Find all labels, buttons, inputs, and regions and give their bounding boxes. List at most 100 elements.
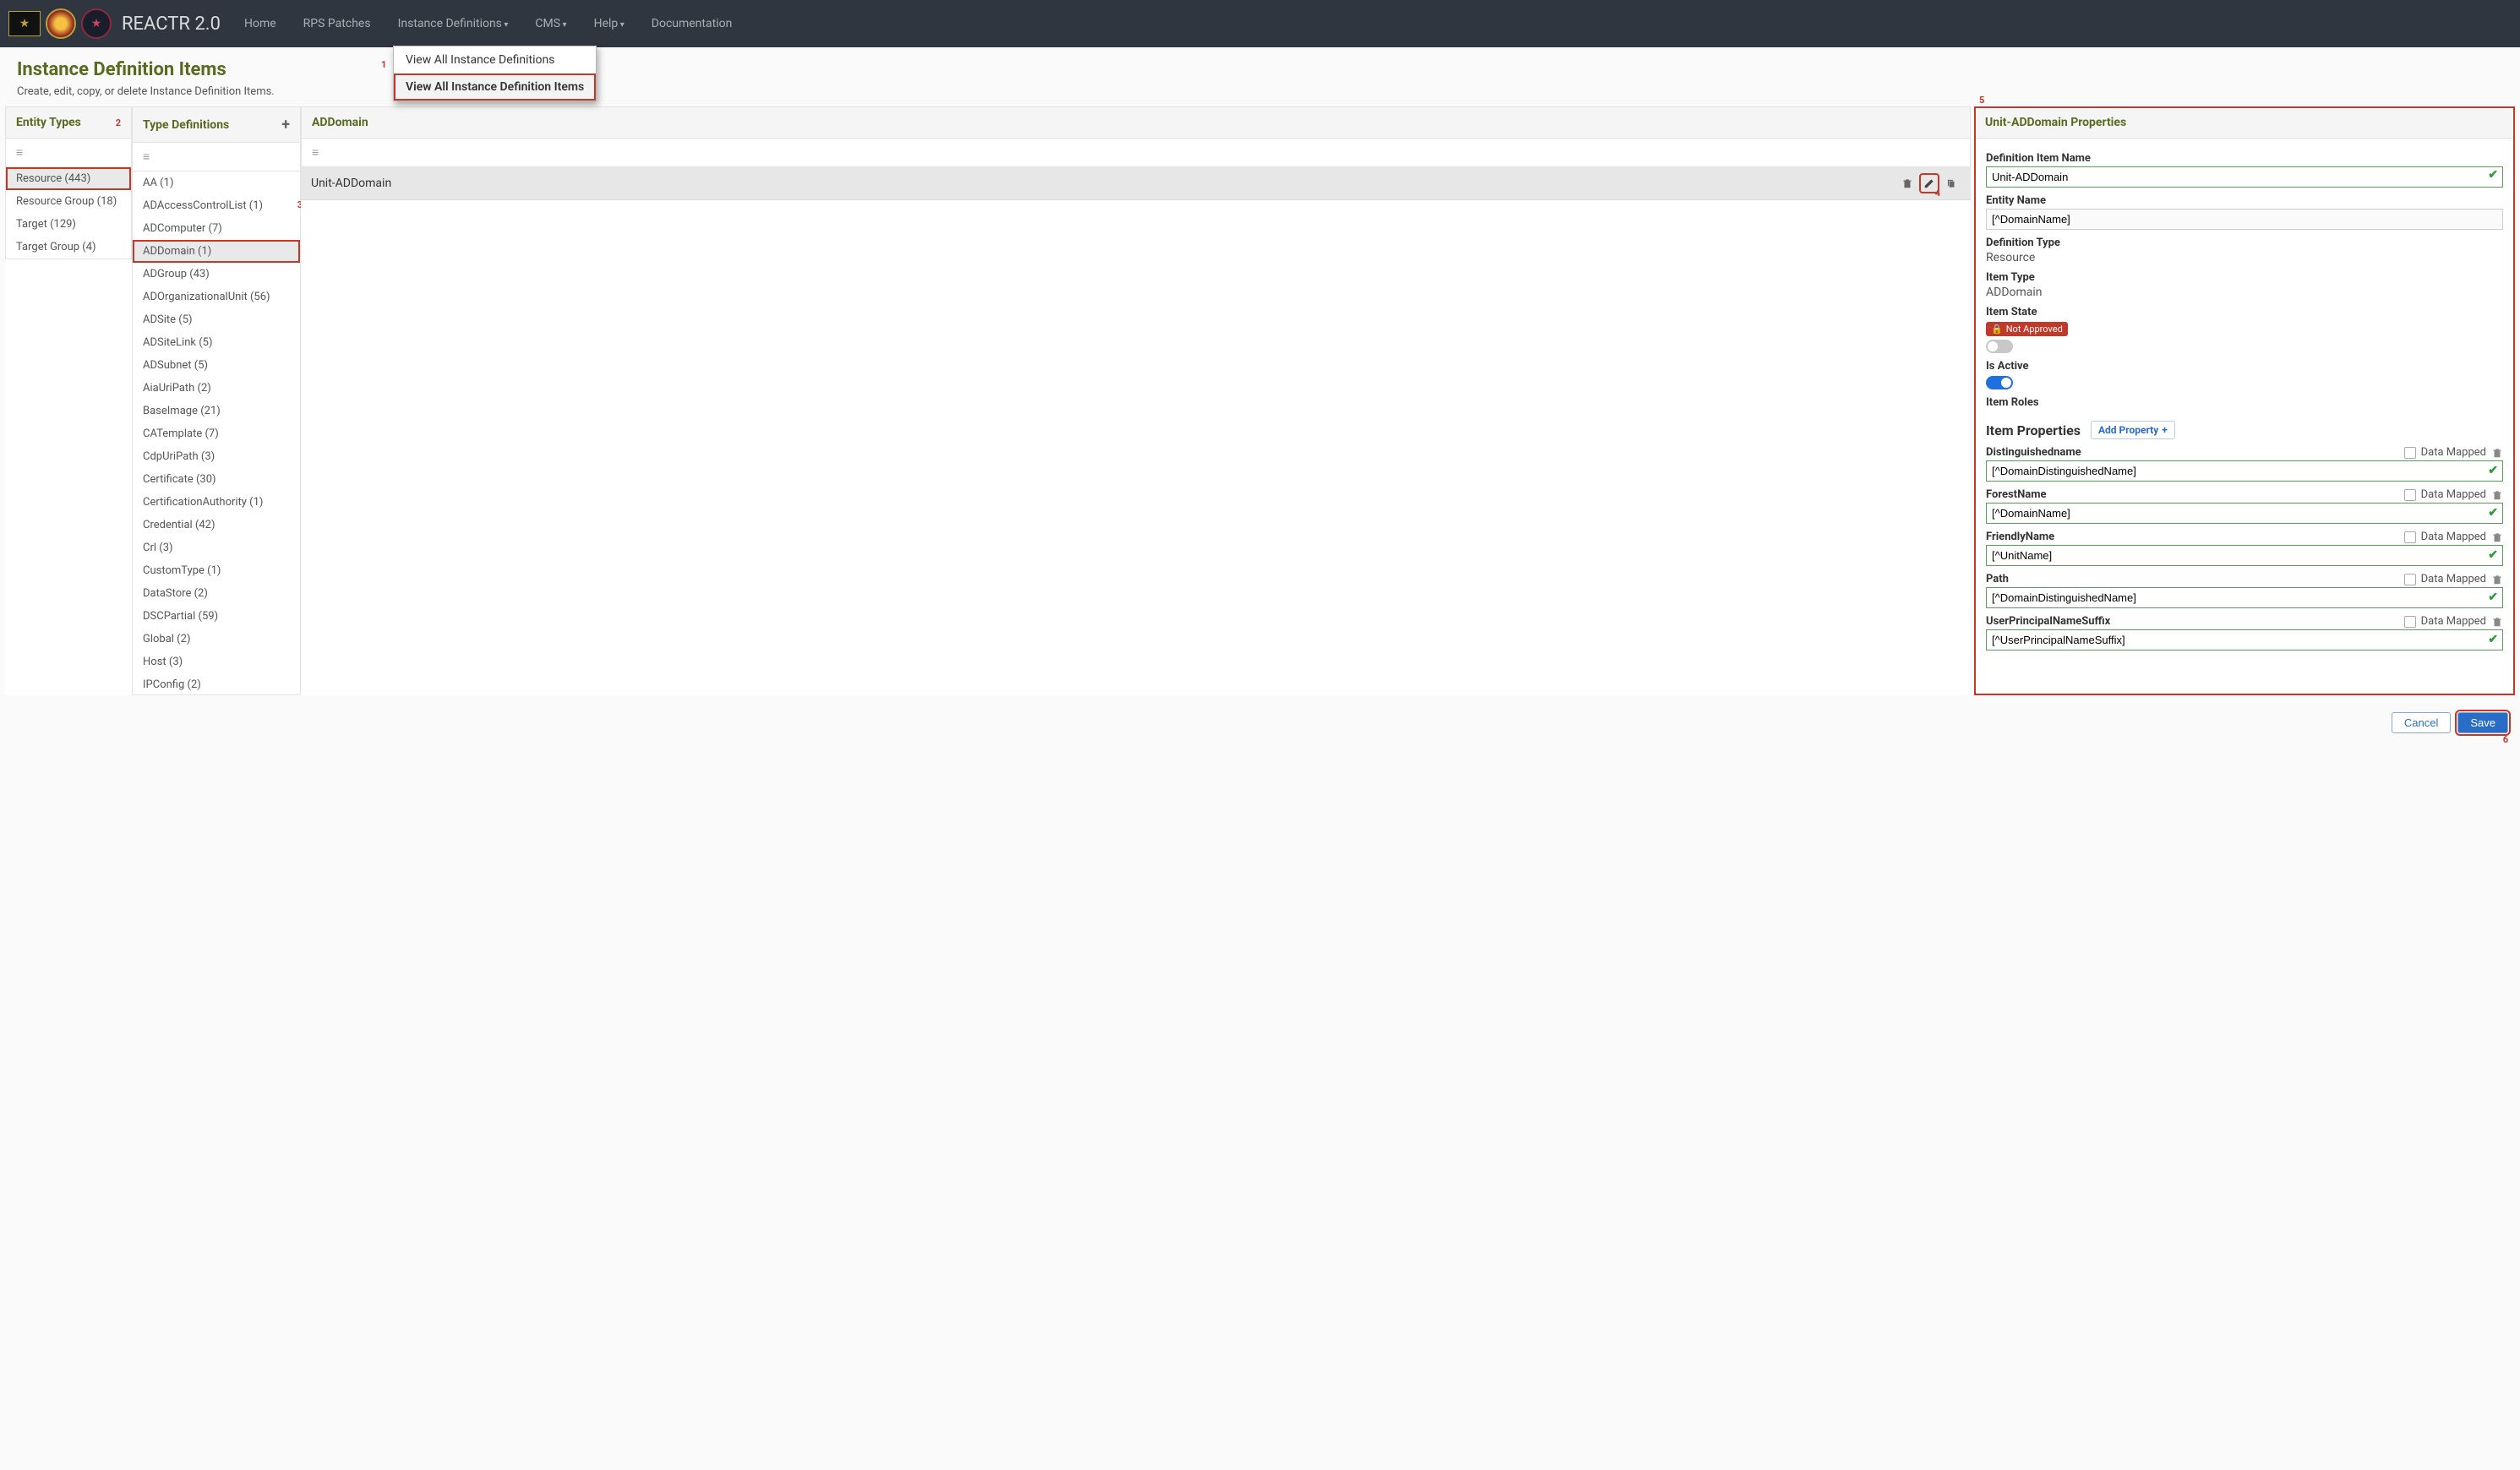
delete-property-icon[interactable] <box>2491 574 2503 585</box>
type-definition-item[interactable]: ADAccessControlList (1) <box>133 194 300 217</box>
nav-docs[interactable]: Documentation <box>648 12 736 35</box>
type-definition-item[interactable]: BaseImage (21) <box>133 400 300 422</box>
delete-property-icon[interactable] <box>2491 489 2503 501</box>
type-definition-item[interactable]: DataStore (2) <box>133 582 300 605</box>
entity-types-list: Resource (443)Resource Group (18)Target … <box>5 167 132 259</box>
plus-icon: + <box>2162 424 2168 436</box>
instance-list-title: ADDomain <box>312 116 368 129</box>
label-entity-name: Entity Name <box>1986 194 2503 207</box>
data-mapped-label: Data Mapped <box>2421 446 2486 459</box>
input-entity-name[interactable] <box>1986 209 2503 230</box>
instance-row[interactable]: Unit-ADDomain <box>301 167 1971 200</box>
type-definition-item[interactable]: ADGroup (43) <box>133 263 300 286</box>
property-row: UserPrincipalNameSuffixData Mapped✔ <box>1986 615 2503 651</box>
data-mapped-checkbox[interactable] <box>2404 574 2416 585</box>
cancel-button[interactable]: Cancel <box>2392 712 2451 733</box>
entity-type-item[interactable]: Target Group (4) <box>6 236 131 259</box>
instance-list-panel: ADDomain ≡ Unit-ADDomain 4 <box>301 106 1971 695</box>
save-button[interactable]: Save <box>2457 712 2508 733</box>
property-name: Path <box>1986 573 2009 585</box>
toggle-is-active[interactable] <box>1986 376 2013 389</box>
type-definitions-panel: Type Definitions + ≡ AA (1)ADAccessContr… <box>132 106 301 695</box>
nav-cms[interactable]: CMS <box>532 12 570 35</box>
instance-list-filter[interactable]: ≡ <box>301 139 1971 167</box>
data-mapped-checkbox[interactable] <box>2404 489 2416 501</box>
entity-types-title: Entity Types <box>16 116 81 129</box>
entity-type-item[interactable]: Resource Group (18) <box>6 190 131 213</box>
annotation-2: 2 <box>116 117 121 128</box>
delete-icon[interactable] <box>1898 174 1917 193</box>
type-definition-item[interactable]: DSCPartial (59) <box>133 605 300 628</box>
button-bar: Cancel Save 6 <box>0 704 2520 733</box>
data-mapped-checkbox[interactable] <box>2404 531 2416 543</box>
delete-property-icon[interactable] <box>2491 616 2503 628</box>
add-type-definition-button[interactable]: + <box>281 116 290 133</box>
entity-types-panel: Entity Types 2 ≡ Resource (443)Resource … <box>5 106 132 695</box>
entity-type-item[interactable]: Target (129) <box>6 213 131 236</box>
property-value-input[interactable] <box>1986 587 2503 608</box>
type-definition-item[interactable]: CATemplate (7) <box>133 422 300 445</box>
type-definition-item[interactable]: ADDomain (1) <box>133 240 300 263</box>
toggle-item-state[interactable] <box>1986 340 2013 353</box>
check-icon: ✔ <box>2488 506 2498 520</box>
type-definition-item[interactable]: Crl (3) <box>133 536 300 559</box>
type-definition-item[interactable]: Global (2) <box>133 628 300 651</box>
nav-help[interactable]: Help <box>591 12 628 35</box>
filter-icon: ≡ <box>16 146 23 160</box>
property-value-input[interactable] <box>1986 503 2503 524</box>
property-value-input[interactable] <box>1986 460 2503 482</box>
input-def-item-name[interactable] <box>1986 166 2503 188</box>
instance-list-header: ADDomain <box>301 106 1971 139</box>
seal-logo <box>46 8 76 39</box>
page-title: Instance Definition Items <box>17 59 2503 80</box>
type-definition-item[interactable]: Credential (42) <box>133 514 300 536</box>
type-definition-item[interactable]: CustomType (1) <box>133 559 300 582</box>
value-def-type: Resource <box>1986 251 2503 264</box>
filter-icon: ≡ <box>143 150 150 164</box>
type-definition-item[interactable]: ADSubnet (5) <box>133 354 300 377</box>
type-definition-item[interactable]: Certificate (30) <box>133 468 300 491</box>
entity-type-item[interactable]: Resource (443) <box>6 167 131 190</box>
label-item-type: Item Type <box>1986 271 2503 284</box>
page-header: Instance Definition Items Create, edit, … <box>0 47 2520 106</box>
data-mapped-checkbox[interactable] <box>2404 447 2416 459</box>
property-name: UserPrincipalNameSuffix <box>1986 615 2110 628</box>
type-definitions-list: AA (1)ADAccessControlList (1)ADComputer … <box>132 172 301 695</box>
type-definition-item[interactable]: AA (1) <box>133 172 300 194</box>
type-definition-item[interactable]: ADSite (5) <box>133 308 300 331</box>
lock-icon: 🔒 <box>1991 324 2003 335</box>
type-definition-item[interactable]: ADSiteLink (5) <box>133 331 300 354</box>
dropdown-view-all-def-items[interactable]: View All Instance Definition Items <box>394 74 596 101</box>
data-mapped-label: Data Mapped <box>2421 573 2486 585</box>
brand: REACTR 2.0 <box>122 14 221 35</box>
nav-home[interactable]: Home <box>241 12 280 35</box>
type-definition-item[interactable]: ADComputer (7) <box>133 217 300 240</box>
entity-types-filter[interactable]: ≡ <box>5 139 132 167</box>
type-definitions-title: Type Definitions <box>143 118 229 132</box>
type-definition-item[interactable]: CdpUriPath (3) <box>133 445 300 468</box>
type-definition-item[interactable]: AiaUriPath (2) <box>133 377 300 400</box>
data-mapped-checkbox[interactable] <box>2404 616 2416 628</box>
properties-title: Unit-ADDomain Properties <box>1985 116 2126 129</box>
data-mapped-label: Data Mapped <box>2421 531 2486 543</box>
copy-icon[interactable] <box>1942 174 1961 193</box>
delete-property-icon[interactable] <box>2491 447 2503 459</box>
nav-instance-definitions[interactable]: Instance Definitions <box>395 12 512 35</box>
add-property-button[interactable]: Add Property+ <box>2091 421 2175 439</box>
type-definition-item[interactable]: CertificationAuthority (1) <box>133 491 300 514</box>
type-definition-item[interactable]: ADOrganizationalUnit (56) <box>133 286 300 308</box>
army-logo: ★ <box>8 11 41 36</box>
entity-types-header: Entity Types 2 <box>5 106 132 139</box>
main-panels: Entity Types 2 ≡ Resource (443)Resource … <box>0 106 2520 704</box>
type-definition-item[interactable]: IPConfig (2) <box>133 673 300 695</box>
type-definitions-filter[interactable]: ≡ <box>132 143 301 172</box>
property-value-input[interactable] <box>1986 545 2503 566</box>
property-value-input[interactable] <box>1986 629 2503 651</box>
delete-property-icon[interactable] <box>2491 531 2503 543</box>
instance-row-name: Unit-ADDomain <box>311 177 391 190</box>
annotation-1: 1 <box>381 59 386 70</box>
type-definition-item[interactable]: Host (3) <box>133 651 300 673</box>
badge-not-approved: 🔒 Not Approved <box>1986 322 2068 336</box>
nav-rps[interactable]: RPS Patches <box>300 12 374 35</box>
dropdown-view-all-defs[interactable]: View All Instance Definitions <box>394 46 596 74</box>
